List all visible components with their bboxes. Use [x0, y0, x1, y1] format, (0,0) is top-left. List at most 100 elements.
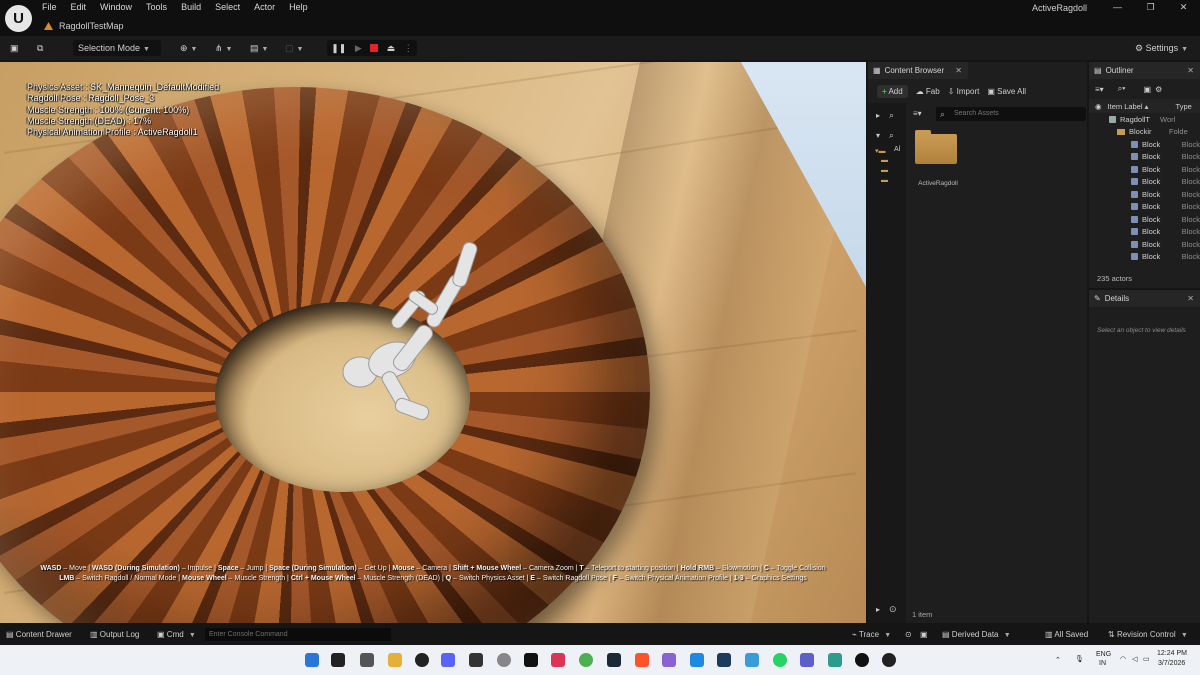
expand-icon[interactable]: ▸	[876, 111, 880, 120]
menu-file[interactable]: File	[35, 0, 64, 14]
vscode-icon[interactable]	[690, 653, 704, 667]
media-player-icon[interactable]	[415, 653, 429, 667]
app-icon[interactable]	[882, 653, 896, 667]
close-icon[interactable]: ✕	[955, 66, 962, 75]
app-icon[interactable]	[551, 653, 565, 667]
clock-time[interactable]: 12:24 PM	[1157, 650, 1187, 657]
outliner-row[interactable]: RagdollT Worl	[1089, 113, 1200, 126]
menu-actor[interactable]: Actor	[247, 0, 282, 14]
volume-icon[interactable]: ◁	[1132, 655, 1137, 663]
wifi-icon[interactable]: ◠	[1120, 655, 1126, 663]
teams-icon[interactable]	[800, 653, 814, 667]
menu-select[interactable]: Select	[208, 0, 247, 14]
derived-data-dropdown[interactable]: ▤ Derived Data ▼	[942, 630, 1011, 639]
settings-app-icon[interactable]	[497, 653, 511, 667]
more-icon[interactable]: ⋮	[404, 40, 413, 56]
outliner-row[interactable]: Block Block	[1089, 151, 1200, 164]
app-icon[interactable]	[745, 653, 759, 667]
snipping-tool-icon[interactable]	[360, 653, 374, 667]
visual-studio-icon[interactable]	[662, 653, 676, 667]
tree-folder-icon[interactable]: ▬	[881, 157, 888, 164]
import-button[interactable]: ⇩ Import	[948, 87, 980, 96]
search-icon[interactable]: ⌕	[889, 130, 894, 141]
content-browser-tab[interactable]: ▦ Content Browser ✕	[868, 62, 968, 79]
platforms-icon[interactable]: ▢ ▼	[285, 40, 303, 56]
level-viewport[interactable]: Physics Asset : SK_Mannequin_DefaultModi…	[0, 62, 866, 623]
expand-icon[interactable]: ▸	[876, 605, 880, 614]
revision-control-dropdown[interactable]: ⇅ Revision Control ▼	[1108, 630, 1188, 639]
outliner-row[interactable]: Block Block	[1089, 213, 1200, 226]
browse-icon[interactable]: ⧉	[37, 40, 43, 56]
outliner-tab[interactable]: ▤ Outliner ✕	[1089, 62, 1200, 79]
tree-folder-icon[interactable]: ▬	[881, 167, 888, 174]
outliner-row[interactable]: Block Block	[1089, 138, 1200, 151]
close-icon[interactable]: ✕	[1187, 66, 1194, 75]
type-column[interactable]: Type	[1176, 102, 1192, 111]
eject-icon[interactable]: ⏏	[387, 40, 396, 56]
outliner-row[interactable]: Block Block	[1089, 176, 1200, 189]
tree-folder-icon[interactable]: ▾▬	[875, 147, 886, 155]
filter-icon[interactable]: ≡▾	[913, 109, 922, 118]
details-tab[interactable]: ✎ Details ✕	[1089, 290, 1200, 307]
unreal-engine-icon[interactable]	[855, 653, 869, 667]
blueprint-icon[interactable]: ⋔ ▼	[215, 40, 232, 56]
step-icon[interactable]: ▶	[355, 40, 362, 56]
add-actor-icon[interactable]: ⊕ ▼	[180, 40, 197, 56]
battery-icon[interactable]: ▭	[1143, 655, 1150, 663]
output-log-button[interactable]: ▥ Output Log	[90, 630, 139, 639]
steam-icon[interactable]	[607, 653, 621, 667]
chevron-up-icon[interactable]: ⌃	[1055, 656, 1061, 664]
outliner-row[interactable]: Block Block	[1089, 201, 1200, 214]
pause-icon[interactable]: ❚❚	[331, 40, 346, 56]
tree-folder-icon[interactable]: ▬	[881, 177, 888, 184]
unreal-logo-icon[interactable]: U	[5, 5, 32, 32]
chrome-icon[interactable]	[579, 653, 593, 667]
close-window-button[interactable]: ✕	[1167, 0, 1200, 14]
trace-dropdown[interactable]: ⌁ Trace ▼	[852, 630, 891, 639]
app-icon[interactable]	[524, 653, 538, 667]
menu-tools[interactable]: Tools	[139, 0, 174, 14]
discord-icon[interactable]	[441, 653, 455, 667]
brave-icon[interactable]	[635, 653, 649, 667]
app-icon[interactable]	[717, 653, 731, 667]
gear-icon[interactable]: ⚙	[1155, 85, 1162, 94]
add-button[interactable]: + Add	[877, 84, 908, 98]
language-label[interactable]: ENG	[1096, 651, 1111, 658]
screenshot-icon[interactable]: ▣	[920, 630, 928, 639]
outliner-row[interactable]: Block Block	[1089, 238, 1200, 251]
collapse-icon[interactable]: ▾	[876, 131, 880, 140]
stop-icon[interactable]	[370, 44, 379, 52]
record-icon[interactable]: ⊙	[905, 630, 912, 639]
menu-build[interactable]: Build	[174, 0, 208, 14]
maximize-button[interactable]: ❐	[1134, 0, 1167, 14]
search-assets-input[interactable]: ⌕ Search Assets	[936, 107, 1086, 121]
menu-window[interactable]: Window	[93, 0, 139, 14]
tree-root-label[interactable]: Al	[894, 146, 900, 153]
settings-icon[interactable]: ⊙	[889, 604, 897, 615]
terminal-icon[interactable]	[469, 653, 483, 667]
file-explorer-icon[interactable]	[388, 653, 402, 667]
map-tab[interactable]: RagdollTestMap	[44, 18, 124, 34]
outliner-row[interactable]: Block Block	[1089, 163, 1200, 176]
menu-edit[interactable]: Edit	[64, 0, 94, 14]
search-icon[interactable]: ⌕	[889, 110, 894, 121]
save-all-button[interactable]: ▣ Save All	[987, 87, 1026, 96]
folder-icon[interactable]	[915, 134, 957, 164]
all-saved-button[interactable]: ▥ All Saved	[1045, 630, 1088, 639]
item-label-column[interactable]: Item Label ▴	[1108, 102, 1168, 111]
outliner-row[interactable]: Block Block	[1089, 188, 1200, 201]
cinematics-icon[interactable]: ▤ ▼	[250, 40, 268, 56]
outliner-row[interactable]: Block Block	[1089, 251, 1200, 264]
selection-mode-dropdown[interactable]: Selection Mode ▼	[73, 40, 161, 56]
content-drawer-button[interactable]: ▤ Content Drawer	[6, 630, 72, 639]
save-icon[interactable]: ▣	[10, 40, 19, 56]
microphone-icon[interactable]: 🎙	[1075, 655, 1084, 663]
menu-help[interactable]: Help	[282, 0, 315, 14]
fab-button[interactable]: ☁ Fab	[916, 87, 940, 96]
close-icon[interactable]: ✕	[1187, 294, 1194, 303]
search-icon[interactable]: ⌕▾	[1118, 84, 1126, 94]
outliner-row[interactable]: Block Block	[1089, 226, 1200, 239]
outliner-row[interactable]: Blockir Folde	[1089, 126, 1200, 139]
whatsapp-icon[interactable]	[773, 653, 787, 667]
visibility-icon[interactable]: ◉	[1095, 102, 1102, 111]
